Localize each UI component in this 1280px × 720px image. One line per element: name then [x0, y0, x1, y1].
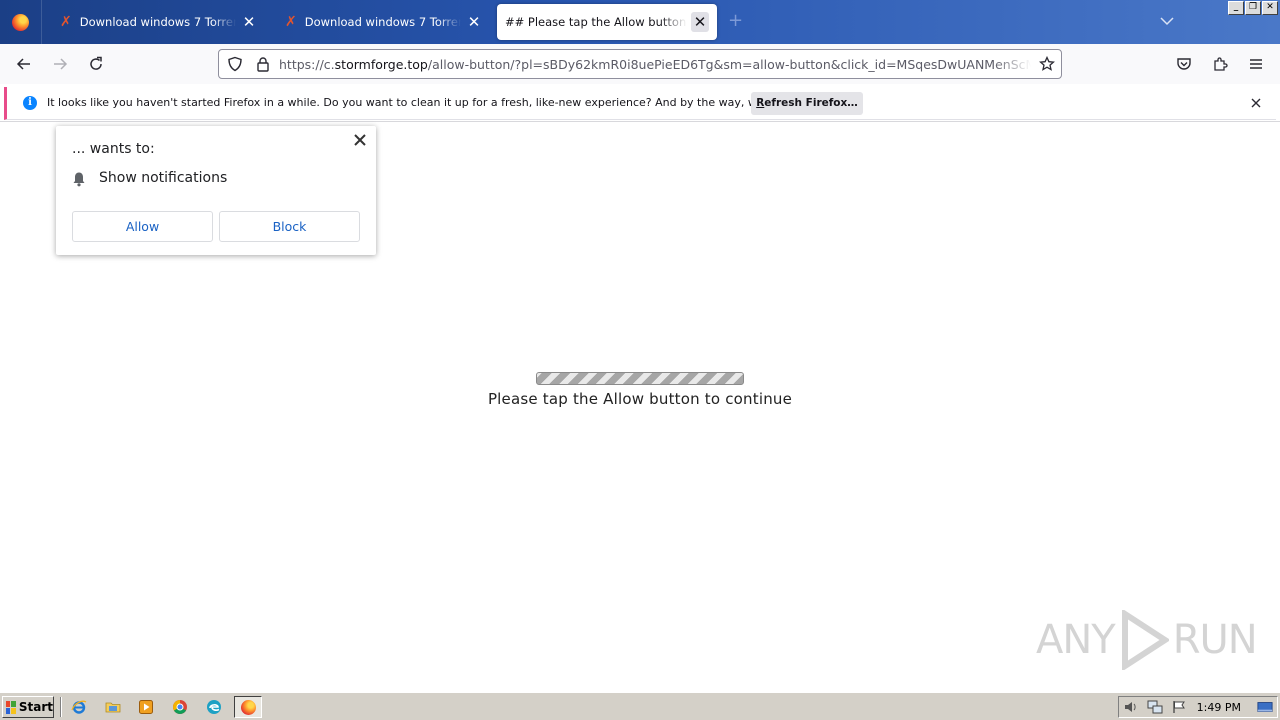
lock-icon[interactable] [255, 56, 271, 72]
windows-taskbar: Start 1:49 PM [0, 692, 1280, 720]
refresh-label: efresh Firefox… [764, 97, 858, 109]
url-path: /allow-button/?pl=sBDy62kmR0i8uePieED6Tg… [427, 57, 1031, 72]
speaker-icon[interactable] [1123, 700, 1139, 714]
allow-button[interactable]: Allow [72, 211, 213, 242]
start-button[interactable]: Start [2, 696, 54, 718]
app-menu-button[interactable] [1244, 52, 1268, 76]
new-tab-button[interactable]: + [728, 10, 743, 31]
network-icon[interactable] [1147, 700, 1163, 714]
block-button[interactable]: Block [219, 211, 360, 242]
firefox-icon[interactable] [234, 696, 262, 718]
tab-title: Download windows 7 Torrents | 13 [79, 15, 236, 29]
forward-button[interactable] [48, 52, 72, 76]
notification-permission-popup: ... wants to: Show notifications Allow B… [56, 126, 376, 255]
refresh-firefox-notification: i It looks like you haven't started Fire… [4, 87, 1276, 120]
url-domain: stormforge.top [334, 57, 428, 72]
pocket-icon [1177, 58, 1191, 70]
edge-icon[interactable] [205, 698, 223, 716]
folder-icon[interactable] [104, 698, 122, 716]
close-icon[interactable] [1248, 95, 1264, 111]
chrome-icon[interactable] [171, 698, 189, 716]
action-center-flag-icon[interactable] [1171, 700, 1187, 714]
window-controls: _ ❐ ✕ [1228, 1, 1278, 15]
system-tray: 1:49 PM [1118, 696, 1278, 718]
back-button[interactable] [12, 52, 36, 76]
url-text[interactable]: https://c.stormforge.top/allow-button/?p… [279, 57, 1031, 72]
clock[interactable]: 1:49 PM [1197, 701, 1241, 714]
refresh-firefox-button[interactable]: Refresh Firefox… [751, 92, 863, 115]
watermark-left: ANY [1036, 617, 1116, 663]
reload-button[interactable] [84, 52, 108, 76]
tab-torrents-2[interactable]: ✗ Download windows 7 Torrents | 13 ✕ [271, 4, 491, 40]
start-label: Start [18, 700, 53, 714]
close-window-button[interactable]: ✕ [1262, 1, 1278, 15]
play-icon [1121, 610, 1169, 670]
taskbar-separator [60, 697, 62, 717]
chevron-down-icon [1160, 17, 1174, 26]
reload-icon [90, 56, 102, 70]
anyrun-watermark: ANY RUN [1036, 610, 1258, 670]
page-content: ... wants to: Show notifications Allow B… [0, 121, 1280, 691]
bell-icon [73, 172, 85, 187]
tab-title: ## Please tap the Allow button to contin… [505, 15, 687, 29]
tab-torrents-1[interactable]: ✗ Download windows 7 Torrents | 13 ✕ [46, 4, 266, 40]
close-icon[interactable]: ✕ [240, 13, 258, 31]
back-icon [16, 58, 30, 70]
show-desktop-icon[interactable] [1257, 700, 1273, 714]
tab-strip: ✗ Download windows 7 Torrents | 13 ✕ ✗ D… [0, 0, 1280, 44]
progress-bar [536, 372, 744, 385]
pocket-button[interactable] [1172, 52, 1196, 76]
notification-message: It looks like you haven't started Firefo… [47, 96, 831, 109]
windows-flag-icon [6, 700, 16, 714]
x-favicon-icon: ✗ [285, 14, 297, 30]
tab-title: Download windows 7 Torrents | 13 [304, 15, 461, 29]
bookmark-star-icon[interactable] [1039, 56, 1055, 72]
watermark-right: RUN [1172, 617, 1258, 663]
popup-title: ... wants to: [72, 141, 155, 157]
list-all-tabs-button[interactable] [1158, 12, 1176, 30]
x-favicon-icon: ✗ [60, 14, 72, 30]
close-icon[interactable]: ✕ [465, 13, 483, 31]
close-icon[interactable]: ✕ [691, 12, 709, 32]
ie-icon[interactable] [70, 698, 88, 716]
permission-label: Show notifications [99, 170, 228, 186]
forward-icon [54, 58, 68, 70]
app-menu-icon [1250, 59, 1262, 69]
navigation-toolbar: https://c.stormforge.top/allow-button/?p… [0, 44, 1280, 84]
minimize-button[interactable]: _ [1228, 1, 1244, 15]
close-icon[interactable] [352, 132, 368, 148]
restore-button[interactable]: ❐ [1245, 1, 1261, 15]
info-icon: i [23, 96, 37, 110]
extensions-icon [1214, 57, 1228, 71]
tab-allow-button[interactable]: ## Please tap the Allow button to contin… [497, 4, 717, 40]
firefox-logo-icon [12, 13, 29, 31]
extensions-button[interactable] [1208, 52, 1232, 76]
media-player-icon[interactable] [137, 698, 155, 716]
shield-icon[interactable] [227, 56, 243, 72]
firefox-menu-button[interactable] [0, 0, 42, 44]
url-bar[interactable]: https://c.stormforge.top/allow-button/?p… [218, 49, 1062, 79]
page-message: Please tap the Allow button to continue [487, 390, 793, 408]
url-prefix: https://c. [279, 57, 335, 72]
